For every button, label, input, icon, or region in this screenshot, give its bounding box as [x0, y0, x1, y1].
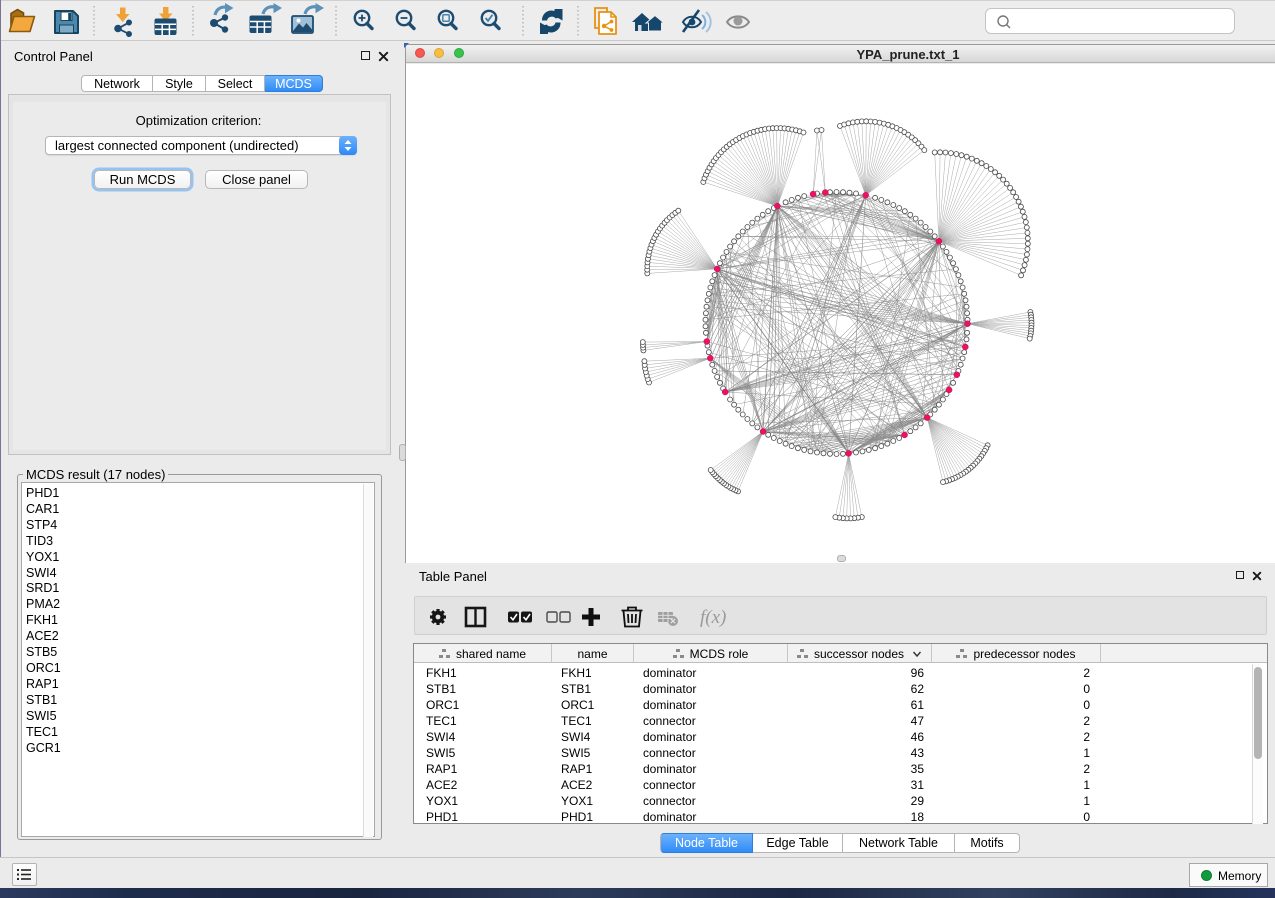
- svg-text:f(x): f(x): [700, 607, 726, 628]
